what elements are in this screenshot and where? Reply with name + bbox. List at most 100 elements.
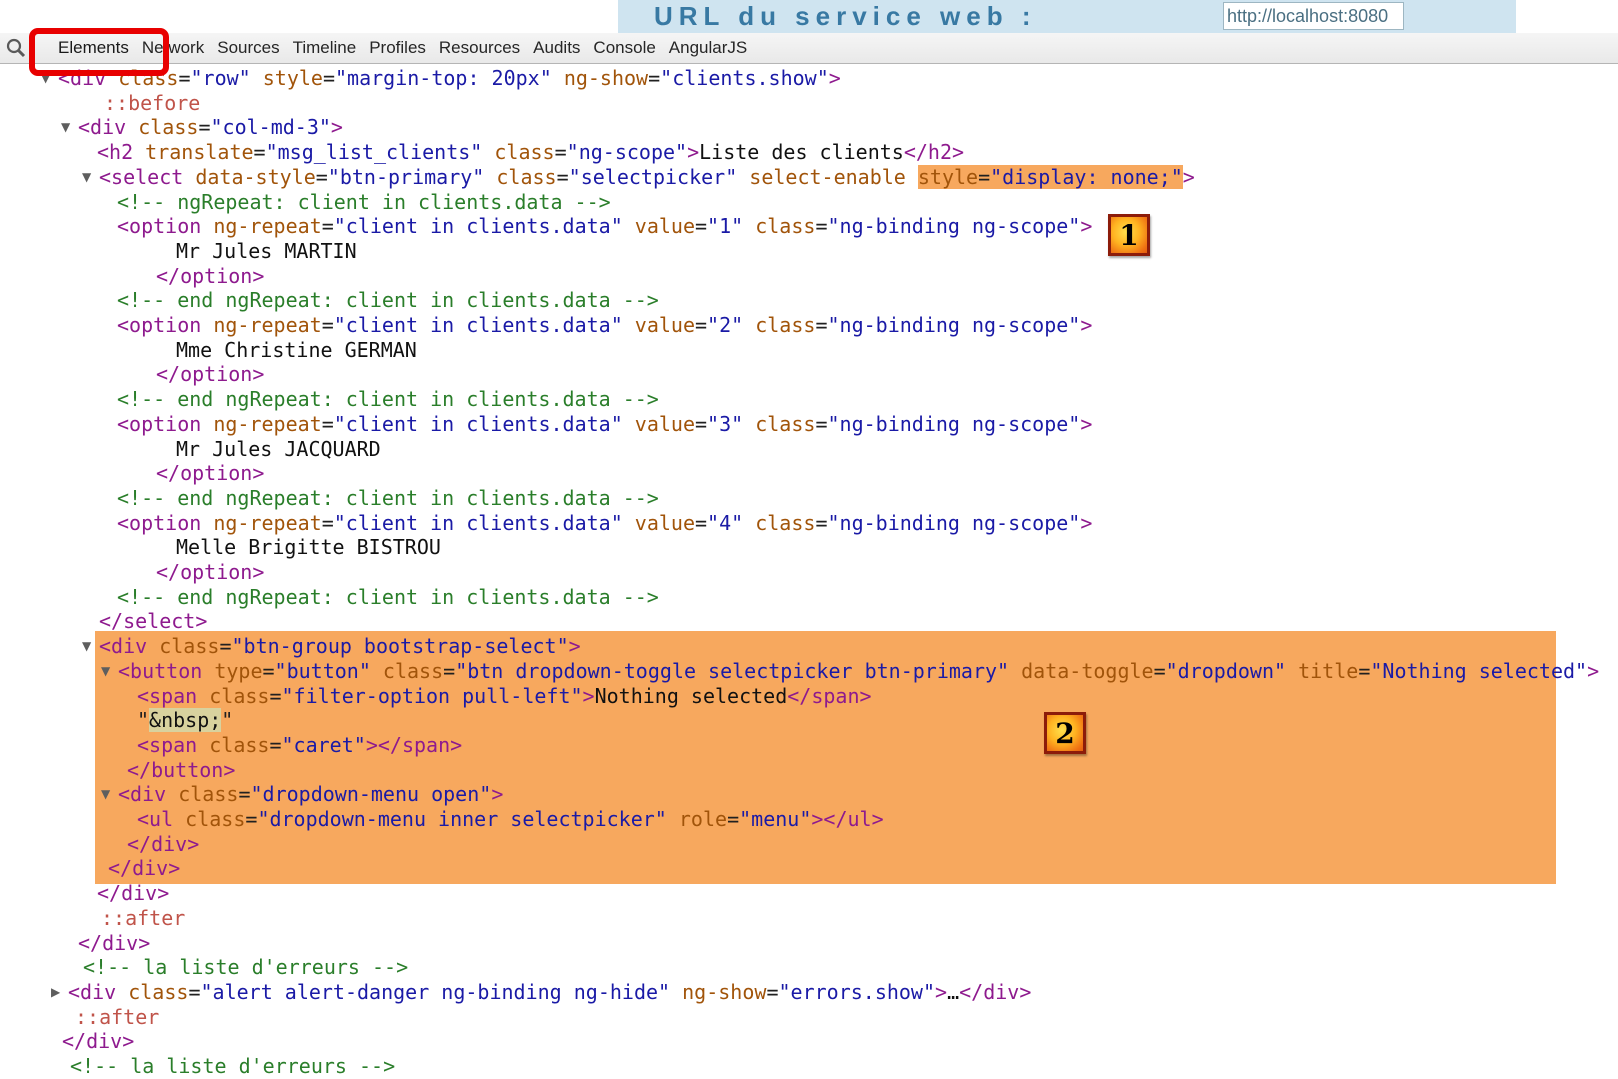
code-token: <button — [118, 659, 214, 683]
dom-tree-line[interactable]: ::after — [0, 1005, 1618, 1030]
code-token: class — [755, 412, 815, 436]
expanded-arrow-icon[interactable]: ▼ — [101, 659, 110, 684]
dom-tree-line[interactable]: <!-- end ngRepeat: client in clients.dat… — [0, 585, 1618, 610]
tab-profiles[interactable]: Profiles — [369, 38, 426, 58]
expanded-arrow-icon[interactable]: ▼ — [82, 165, 91, 190]
code-token: </div> — [62, 1029, 134, 1053]
code-token: class — [494, 140, 554, 164]
dom-tree-line[interactable]: </div> — [0, 1029, 1618, 1054]
dom-tree-line[interactable]: Melle Brigitte BISTROU — [0, 535, 1618, 560]
code-token: "alert alert-danger ng-binding ng-hide" — [200, 980, 670, 1004]
code-token: "col-md-3" — [210, 115, 330, 139]
dom-tree-line[interactable]: ▼<div class="btn-group bootstrap-select"… — [0, 634, 1618, 659]
code-token — [743, 313, 755, 337]
devtools-toolbar: ElementsNetworkSourcesTimelineProfilesRe… — [0, 33, 1618, 64]
tab-audits[interactable]: Audits — [533, 38, 580, 58]
code-token — [743, 412, 755, 436]
dom-tree-line[interactable]: <!-- la liste d'erreurs --> — [0, 955, 1618, 980]
code-token: "1" — [707, 214, 743, 238]
code-token: " — [221, 708, 233, 732]
url-service-input[interactable] — [1223, 2, 1404, 30]
expanded-arrow-icon[interactable]: ▼ — [61, 115, 70, 140]
tab-sources[interactable]: Sources — [217, 38, 279, 58]
dom-tree-line[interactable]: <!-- end ngRepeat: client in clients.dat… — [0, 288, 1618, 313]
dom-tree-line[interactable]: </option> — [0, 461, 1618, 486]
code-token: </button> — [127, 758, 235, 782]
expanded-arrow-icon[interactable]: ▼ — [101, 782, 110, 807]
tab-angularjs[interactable]: AngularJS — [669, 38, 747, 58]
tab-timeline[interactable]: Timeline — [293, 38, 357, 58]
dom-tree-line[interactable]: <!-- la liste d'erreurs --> — [0, 1054, 1618, 1079]
dom-tree-line[interactable]: ▶<div class="alert alert-danger ng-bindi… — [0, 980, 1618, 1005]
code-token: "button" — [275, 659, 371, 683]
dom-tree-line[interactable]: <!-- ngRepeat: client in clients.data --… — [0, 190, 1618, 215]
dom-tree-line[interactable]: <!-- end ngRepeat: client in clients.dat… — [0, 387, 1618, 412]
dom-tree-line[interactable]: </option> — [0, 560, 1618, 585]
code-token: </ul> — [823, 807, 883, 831]
inspect-magnifier-icon[interactable] — [5, 37, 27, 59]
code-token: <!-- ngRepeat: client in clients.data --… — [117, 190, 611, 214]
dom-tree-line[interactable]: Mr Jules MARTIN — [0, 239, 1618, 264]
code-token: = — [815, 214, 827, 238]
code-token: "Nothing selected" — [1370, 659, 1587, 683]
code-token: > — [1080, 412, 1092, 436]
dom-tree-line[interactable]: </option> — [0, 264, 1618, 289]
dom-tree-line[interactable]: ::before — [0, 91, 1618, 116]
code-token: <div — [68, 980, 128, 1004]
code-token: </div> — [959, 980, 1031, 1004]
code-token — [667, 807, 679, 831]
code-token: = — [695, 313, 707, 337]
code-token: "btn dropdown-toggle selectpicker btn-pr… — [455, 659, 1009, 683]
dom-tree-line[interactable]: ::after — [0, 906, 1618, 931]
dom-tree-line[interactable]: </div> — [0, 931, 1618, 956]
dom-tree-line[interactable]: <option ng-repeat="client in clients.dat… — [0, 313, 1618, 338]
dom-tree-line[interactable]: <!-- end ngRepeat: client in clients.dat… — [0, 486, 1618, 511]
code-token: </div> — [97, 881, 169, 905]
dom-tree-line[interactable]: ▼<select data-style="btn-primary" class=… — [0, 165, 1618, 190]
code-token: <span — [137, 733, 209, 757]
code-token: "ng-binding ng-scope" — [827, 412, 1080, 436]
dom-tree-line[interactable]: <option ng-repeat="client in clients.dat… — [0, 214, 1618, 239]
dom-tree-line[interactable]: <span class="caret"></span> — [0, 733, 1618, 758]
collapsed-arrow-icon[interactable]: ▶ — [51, 980, 60, 1005]
expanded-arrow-icon[interactable]: ▼ — [82, 634, 91, 659]
dom-tree-line[interactable]: "&nbsp;" — [0, 708, 1618, 733]
code-token: <div — [99, 634, 159, 658]
dom-tree-line[interactable]: <h2 translate="msg_list_clients" class="… — [0, 140, 1618, 165]
dom-tree-line[interactable]: ▼<button type="button" class="btn dropdo… — [0, 659, 1618, 684]
dom-tree-line[interactable]: Mr Jules JACQUARD — [0, 437, 1618, 462]
code-token: <option — [117, 412, 213, 436]
dom-tree-line[interactable]: <option ng-repeat="client in clients.dat… — [0, 412, 1618, 437]
dom-tree-line[interactable]: </select> — [0, 609, 1618, 634]
code-token: value — [635, 313, 695, 337]
code-token: > — [1080, 313, 1092, 337]
tab-console[interactable]: Console — [593, 38, 655, 58]
dom-tree-line[interactable]: </div> — [0, 881, 1618, 906]
dom-tree-line[interactable]: ▼<div class="col-md-3"> — [0, 115, 1618, 140]
dom-tree-line[interactable]: <option ng-repeat="client in clients.dat… — [0, 511, 1618, 536]
code-token: data-toggle — [1021, 659, 1153, 683]
dom-tree-line[interactable]: <ul class="dropdown-menu inner selectpic… — [0, 807, 1618, 832]
code-token: "4" — [707, 511, 743, 535]
code-token: class — [185, 807, 245, 831]
web-page-strip: URL du service web : — [0, 0, 1618, 33]
code-token: "caret" — [282, 733, 366, 757]
dom-tree-line[interactable]: </div> — [0, 856, 1618, 881]
code-token: <option — [117, 214, 213, 238]
code-token: = — [178, 66, 190, 90]
dom-tree-line[interactable]: </option> — [0, 362, 1618, 387]
code-token: ::after — [101, 906, 185, 930]
dom-tree-line[interactable]: </div> — [0, 832, 1618, 857]
code-token: value — [635, 214, 695, 238]
dom-tree-line[interactable]: ▼<div class="row" style="margin-top: 20p… — [0, 66, 1618, 91]
dom-tree-line[interactable]: ▼<div class="dropdown-menu open"> — [0, 782, 1618, 807]
code-token: = — [263, 659, 275, 683]
code-token: = — [245, 807, 257, 831]
dom-tree-line[interactable]: Mme Christine GERMAN — [0, 338, 1618, 363]
dom-tree-line[interactable]: <span class="filter-option pull-left">No… — [0, 684, 1618, 709]
dom-tree: ▼<div class="row" style="margin-top: 20p… — [0, 66, 1618, 1063]
tab-resources[interactable]: Resources — [439, 38, 520, 58]
code-token: class — [138, 115, 198, 139]
dom-tree-line[interactable]: </button> — [0, 758, 1618, 783]
code-token: <!-- end ngRepeat: client in clients.dat… — [117, 288, 659, 312]
